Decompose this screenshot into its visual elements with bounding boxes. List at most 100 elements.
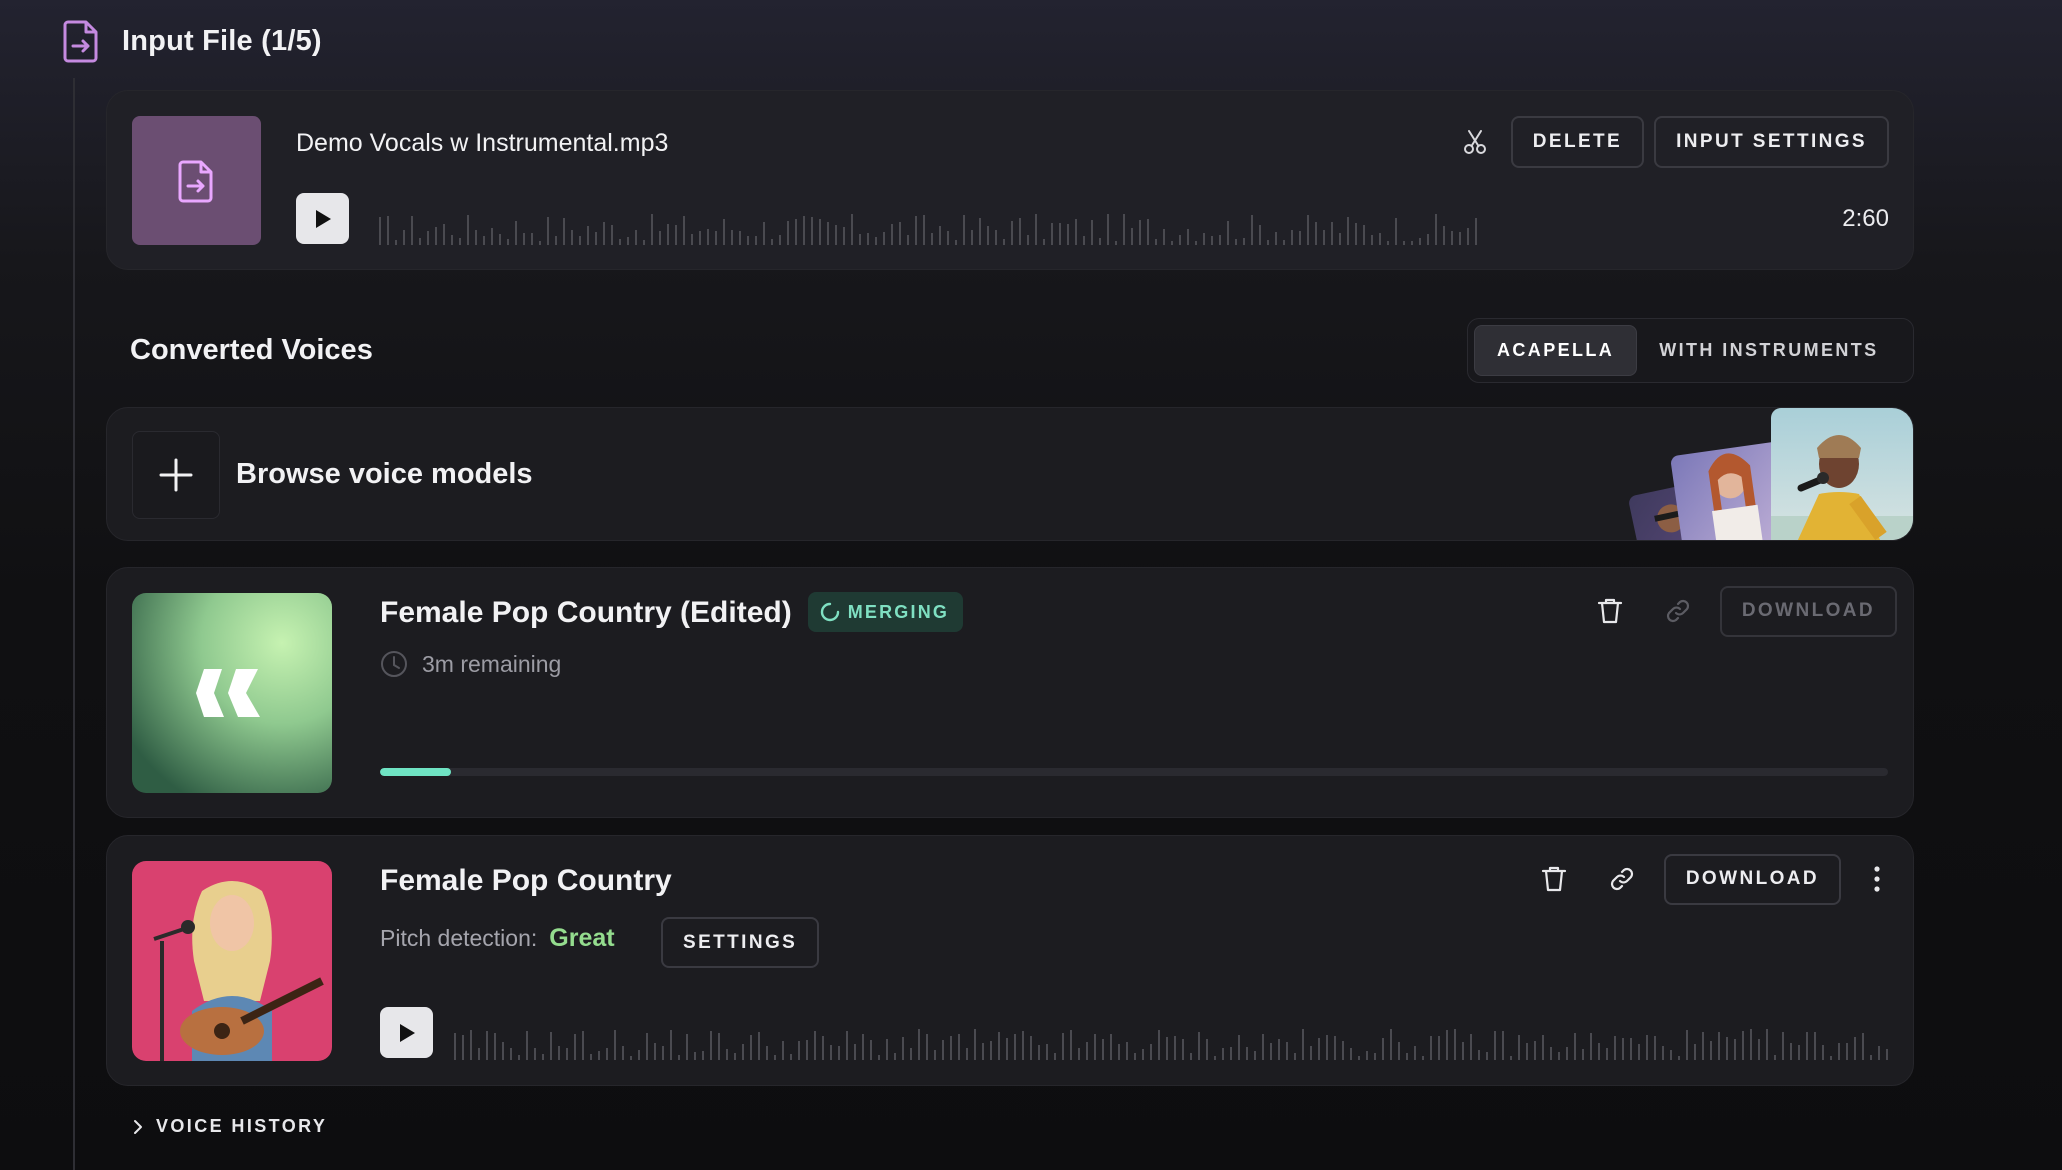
- waveform-bar: [1179, 235, 1181, 245]
- input-waveform[interactable]: [377, 201, 1817, 245]
- link-icon[interactable]: [1596, 853, 1648, 905]
- waveform-bar: [1251, 215, 1253, 245]
- waveform-bar: [1342, 1041, 1344, 1060]
- waveform-bar: [454, 1033, 456, 1060]
- waveform-bar: [683, 216, 685, 245]
- waveform-bar: [1806, 1032, 1808, 1060]
- download-button[interactable]: DOWNLOAD: [1719, 585, 1897, 637]
- more-options-icon[interactable]: [1857, 853, 1897, 905]
- waveform-bar: [1742, 1031, 1744, 1060]
- waveform-bar: [502, 1042, 504, 1060]
- waveform-bar: [1070, 1030, 1072, 1060]
- waveform-bar: [494, 1033, 496, 1060]
- waveform-bar: [515, 221, 517, 245]
- waveform-bar: [1878, 1046, 1880, 1060]
- waveform-bar: [1582, 1049, 1584, 1060]
- waveform-bar: [667, 224, 669, 245]
- waveform-bar: [1550, 1047, 1552, 1060]
- settings-button[interactable]: SETTINGS: [661, 917, 820, 968]
- waveform-bar: [1427, 234, 1429, 245]
- waveform-bar: [459, 238, 461, 245]
- waveform-bar: [523, 233, 525, 245]
- waveform-bar: [755, 236, 757, 245]
- waveform-bar: [1123, 214, 1125, 245]
- voice-history-toggle[interactable]: VOICE HISTORY: [132, 1116, 327, 1137]
- waveform-bar: [1414, 1046, 1416, 1060]
- link-icon[interactable]: [1652, 585, 1704, 637]
- waveform-bar: [614, 1030, 616, 1060]
- waveform-bar: [566, 1048, 568, 1060]
- waveform-bar: [1702, 1032, 1704, 1060]
- voice-model-previews: [1623, 408, 1913, 540]
- waveform-bar: [659, 231, 661, 245]
- download-button[interactable]: DOWNLOAD: [1663, 853, 1841, 905]
- waveform-bar: [1387, 241, 1389, 245]
- trash-icon[interactable]: [1584, 585, 1636, 637]
- waveform-bar: [894, 1053, 896, 1060]
- waveform-bar: [1419, 238, 1421, 245]
- waveform-bar: [1086, 1042, 1088, 1060]
- waveform-bar: [651, 214, 653, 245]
- waveform-bar: [558, 1046, 560, 1060]
- time-remaining: 3m remaining: [380, 650, 561, 678]
- waveform-bar: [939, 226, 941, 245]
- waveform-bar: [1798, 1045, 1800, 1060]
- waveform-bar: [1475, 218, 1477, 245]
- waveform-bar: [715, 231, 717, 245]
- waveform-bar: [886, 1039, 888, 1060]
- waveform-bar: [1206, 1039, 1208, 1060]
- waveform-bar: [646, 1033, 648, 1060]
- tab-acapella[interactable]: ACAPELLA: [1474, 325, 1638, 376]
- tab-with-instruments[interactable]: WITH INSTRUMENTS: [1637, 325, 1900, 376]
- waveform-bar: [1278, 1039, 1280, 1060]
- file-import-icon: [63, 20, 98, 63]
- waveform-bar: [979, 218, 981, 245]
- voice-card-female-pop-country: Female Pop Country Pitch detection: Grea…: [106, 835, 1914, 1086]
- add-voice-button[interactable]: [132, 431, 220, 519]
- waveform-bar: [1694, 1044, 1696, 1060]
- waveform-bar: [635, 230, 637, 245]
- trash-icon[interactable]: [1528, 853, 1580, 905]
- waveform-bar: [955, 240, 957, 245]
- waveform-bar: [947, 231, 949, 245]
- play-button[interactable]: [380, 1007, 433, 1058]
- waveform-bar: [1678, 1056, 1680, 1060]
- waveform-bar: [1590, 1033, 1592, 1060]
- waveform-bar: [1019, 218, 1021, 245]
- waveform-bar: [870, 1040, 872, 1060]
- waveform-bar: [1142, 1049, 1144, 1060]
- waveform-bar: [1035, 214, 1037, 245]
- waveform-bar: [590, 1054, 592, 1060]
- waveform-bar: [734, 1053, 736, 1060]
- pitch-detection: Pitch detection: Great: [380, 924, 615, 953]
- waveform-bar: [675, 225, 677, 245]
- waveform-bar: [878, 1055, 880, 1060]
- waveform-bar: [1782, 1032, 1784, 1060]
- play-button[interactable]: [296, 193, 349, 244]
- browse-voice-models-card[interactable]: Browse voice models: [106, 407, 1914, 541]
- waveform-bar: [726, 1049, 728, 1060]
- waveform-bar: [1574, 1033, 1576, 1060]
- waveform-bar: [811, 217, 813, 245]
- app-page: Input File (1/5) Demo Vocals w Instrumen…: [0, 0, 2062, 1170]
- waveform-bar: [427, 231, 429, 245]
- waveform-bar: [1163, 229, 1165, 245]
- scissors-icon[interactable]: [1449, 116, 1501, 168]
- waveform-bar: [782, 1041, 784, 1060]
- input-settings-button[interactable]: INPUT SETTINGS: [1654, 116, 1889, 168]
- waveform-bar: [1406, 1053, 1408, 1060]
- pitch-detection-value: Great: [549, 924, 615, 952]
- waveform-bar: [1446, 1030, 1448, 1060]
- waveform-bar: [1734, 1039, 1736, 1060]
- waveform-bar: [1363, 225, 1365, 245]
- waveform-bar: [1011, 221, 1013, 245]
- waveform-bar: [670, 1030, 672, 1060]
- waveform-bar: [907, 235, 909, 245]
- waveform-bar: [1435, 214, 1437, 245]
- voice-waveform[interactable]: [452, 1016, 1892, 1060]
- waveform-bar: [1411, 241, 1413, 245]
- waveform-bar: [1270, 1043, 1272, 1060]
- waveform-bar: [443, 224, 445, 245]
- delete-button[interactable]: DELETE: [1510, 116, 1645, 168]
- waveform-bar: [966, 1048, 968, 1060]
